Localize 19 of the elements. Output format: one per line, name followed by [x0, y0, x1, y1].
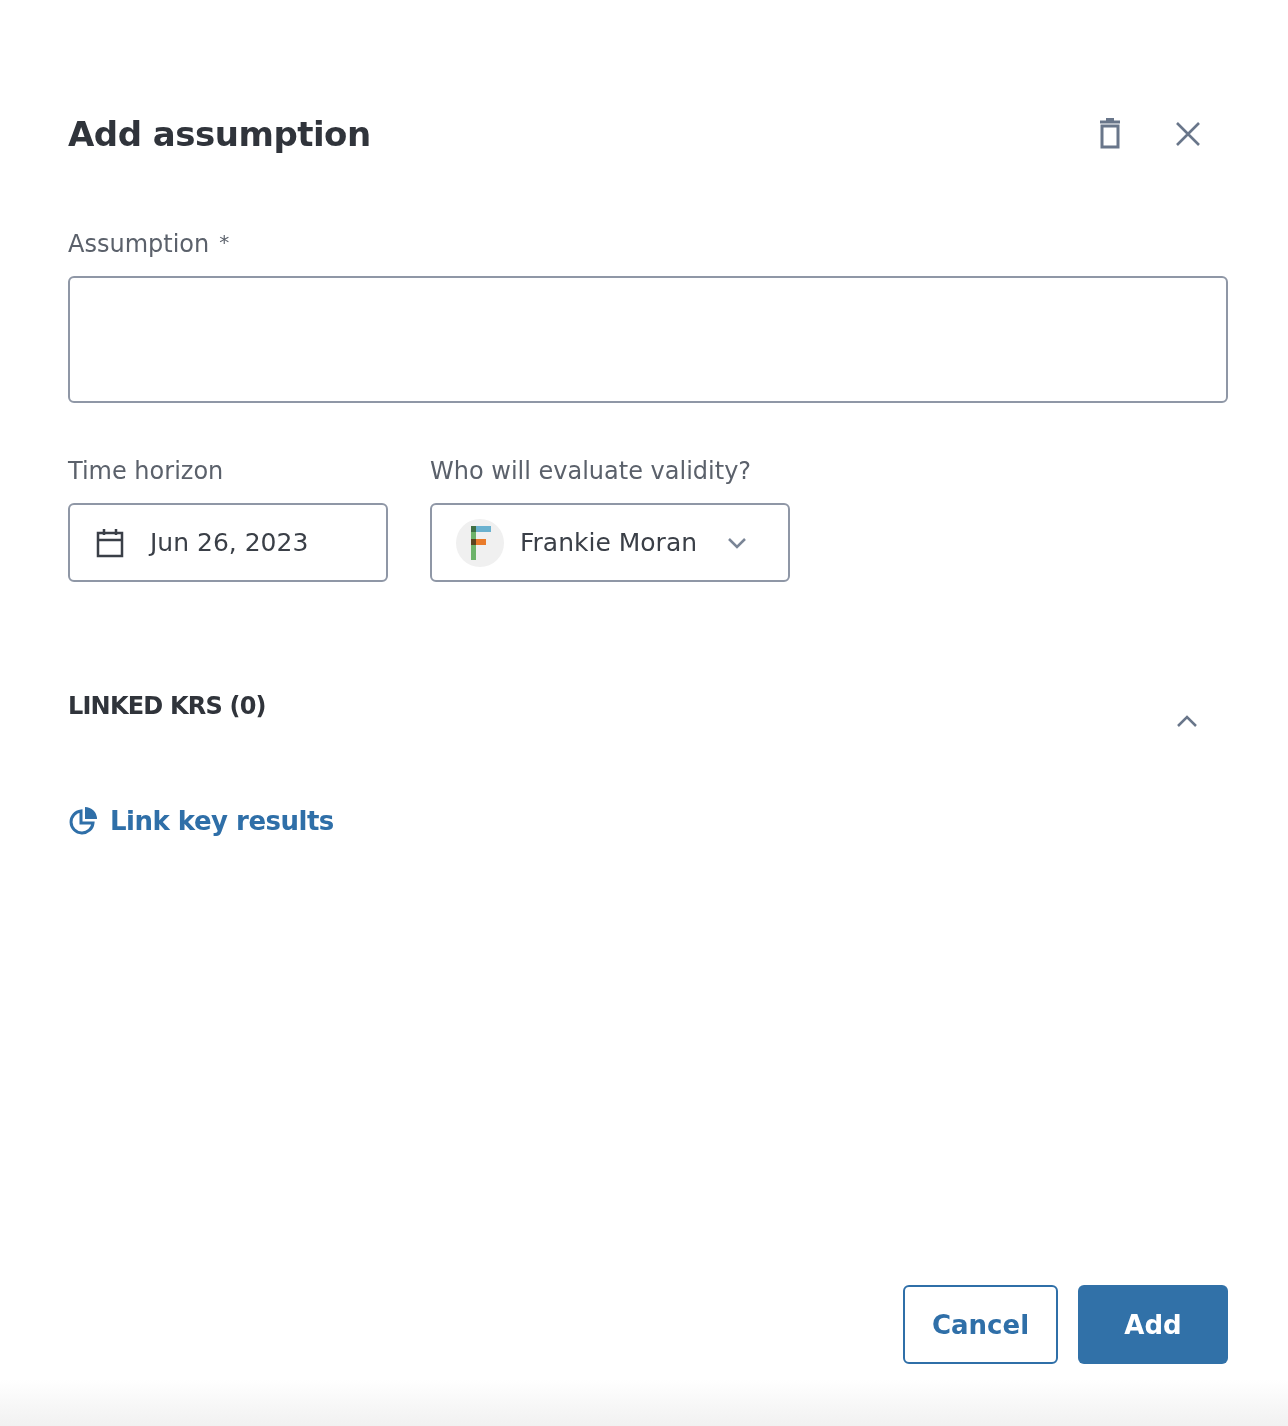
caret-icon — [727, 536, 748, 549]
field-label: Assumption — [68, 230, 210, 258]
field-label: Who will evaluate validity? — [430, 457, 753, 485]
dialog-title: Add assumption — [68, 114, 371, 154]
calendar-icon — [96, 527, 124, 558]
pie-chart-icon — [68, 806, 98, 836]
delete-icon[interactable] — [1097, 118, 1123, 150]
close-icon[interactable] — [1175, 121, 1201, 147]
section-title: LINKED KRS (0) — [68, 692, 266, 722]
required-mark: * — [219, 230, 230, 256]
assumption-input[interactable] — [68, 276, 1228, 403]
person-select[interactable]: Frankie Moran — [430, 503, 790, 582]
add-button[interactable]: Add — [1078, 1285, 1228, 1364]
chevron-icon[interactable] — [1176, 714, 1198, 728]
avatar-icon — [456, 518, 504, 567]
field-label: Time horizon — [68, 457, 225, 485]
cancel-button[interactable]: Cancel — [903, 1285, 1058, 1364]
link-key-results-link[interactable]: Link key results — [68, 806, 334, 836]
date-field[interactable]: Jun 26, 2023 — [68, 503, 388, 582]
